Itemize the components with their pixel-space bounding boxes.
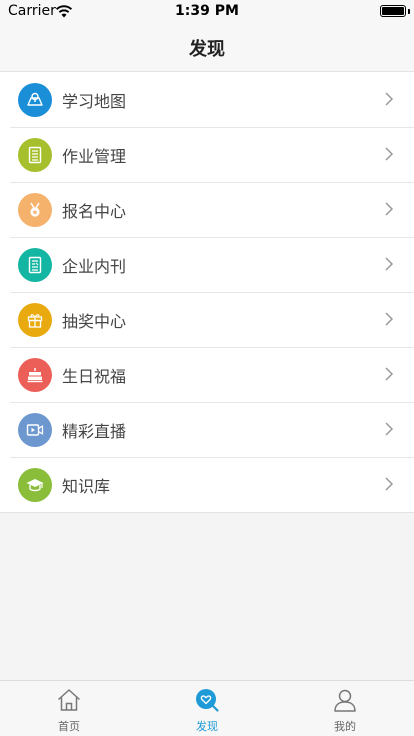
status-bar: Carrier 1:39 PM	[0, 0, 414, 22]
chevron-right-icon	[385, 147, 394, 161]
cake-icon	[18, 357, 52, 392]
tab-home[interactable]: 首页	[0, 681, 138, 736]
discover-menu-list: 学习地图 作业管理 报名中心 企业内刊 抽奖中心 生日祝福 精彩直播 知识库	[0, 72, 414, 513]
menu-item-registration-center[interactable]: 报名中心	[0, 182, 414, 237]
chevron-right-icon	[385, 312, 394, 326]
menu-item-learning-map[interactable]: 学习地图	[0, 72, 414, 127]
graduation-cap-icon	[18, 467, 52, 502]
chevron-right-icon	[385, 367, 394, 381]
tab-label: 发现	[196, 720, 218, 733]
menu-item-birthday-wishes[interactable]: 生日祝福	[0, 347, 414, 402]
tab-profile[interactable]: 我的	[276, 681, 414, 736]
status-time: 1:39 PM	[175, 3, 239, 19]
menu-item-label: 知识库	[62, 476, 111, 496]
menu-item-label: 精彩直播	[62, 421, 127, 441]
menu-item-label: 学习地图	[62, 91, 127, 111]
notebook-icon	[18, 137, 52, 172]
menu-item-live-broadcast[interactable]: 精彩直播	[0, 402, 414, 457]
discover-icon	[196, 689, 219, 712]
chevron-right-icon	[385, 257, 394, 271]
menu-item-label: 作业管理	[62, 146, 127, 166]
menu-item-knowledge-base[interactable]: 知识库	[0, 457, 414, 512]
tab-label: 我的	[334, 720, 356, 733]
home-icon	[57, 689, 81, 711]
chevron-right-icon	[385, 202, 394, 216]
chevron-right-icon	[385, 92, 394, 106]
video-icon	[18, 412, 52, 447]
tab-label: 首页	[58, 720, 80, 733]
battery-tip	[408, 9, 410, 14]
menu-item-label: 报名中心	[62, 201, 127, 221]
tab-discover[interactable]: 发现	[138, 681, 276, 736]
menu-item-homework-management[interactable]: 作业管理	[0, 127, 414, 182]
chevron-right-icon	[385, 422, 394, 436]
menu-item-company-journal[interactable]: 企业内刊	[0, 237, 414, 292]
map-icon	[18, 82, 52, 117]
medal-icon	[18, 192, 52, 227]
menu-item-label: 抽奖中心	[62, 311, 127, 331]
tab-bar: 首页 发现 我的	[0, 680, 414, 736]
chevron-right-icon	[385, 477, 394, 491]
gift-icon	[18, 302, 52, 337]
page-title: 发现	[189, 39, 225, 60]
menu-item-lottery-center[interactable]: 抽奖中心	[0, 292, 414, 347]
menu-item-label: 生日祝福	[62, 366, 127, 386]
battery-icon	[380, 5, 406, 17]
navigation-bar: 发现	[0, 22, 414, 72]
document-icon	[18, 247, 52, 282]
menu-item-label: 企业内刊	[62, 256, 127, 276]
profile-icon	[334, 689, 356, 712]
